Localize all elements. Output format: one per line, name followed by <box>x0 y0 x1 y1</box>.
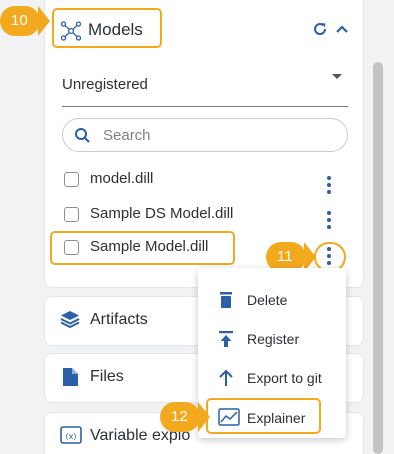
model-status-select[interactable]: Unregistered <box>62 76 148 93</box>
variable-icon: (x) <box>60 425 82 450</box>
callout-badge-10-pointer <box>38 6 50 36</box>
section-label: Artifacts <box>90 311 148 328</box>
more-options-icon[interactable] <box>327 247 331 268</box>
more-options-icon[interactable] <box>327 176 331 197</box>
select-caret-icon[interactable] <box>332 74 342 79</box>
model-name: model.dill <box>90 170 154 187</box>
callout-badge-11-label: 11 <box>277 248 293 265</box>
models-network-icon <box>60 20 82 47</box>
arrow-up-icon <box>218 369 234 392</box>
explainer-highlight <box>206 398 321 434</box>
search-icon <box>74 127 91 149</box>
menu-label: Register <box>247 331 300 347</box>
section-label: Files <box>90 368 124 385</box>
model-checkbox[interactable] <box>64 172 79 187</box>
model-checkbox[interactable] <box>64 207 79 222</box>
trash-icon <box>218 291 234 314</box>
svg-text:(x): (x) <box>66 432 77 441</box>
upload-icon <box>218 330 234 353</box>
callout-badge-12-pointer <box>198 402 210 432</box>
menu-item-register[interactable]: Register <box>198 320 346 356</box>
search-input[interactable]: Search <box>62 118 348 152</box>
scrollbar-thumb[interactable] <box>373 62 383 454</box>
models-title[interactable]: Models <box>88 20 143 40</box>
more-options-icon[interactable] <box>327 211 331 232</box>
menu-item-delete[interactable]: Delete <box>198 281 346 317</box>
search-placeholder: Search <box>103 127 151 144</box>
select-underline <box>62 106 348 107</box>
callout-badge-10: 10 <box>0 6 40 36</box>
model-name: Sample Model.dill <box>90 238 209 255</box>
layers-icon <box>60 309 80 334</box>
collapse-chevron-up-icon[interactable] <box>335 22 349 40</box>
callout-badge-12: 12 <box>160 402 200 432</box>
file-icon <box>60 366 80 393</box>
refresh-icon[interactable] <box>312 21 328 42</box>
menu-item-export-to-git[interactable]: Export to git <box>198 359 346 395</box>
menu-label: Export to git <box>247 370 322 386</box>
callout-badge-12-label: 12 <box>171 408 188 425</box>
model-checkbox[interactable] <box>64 240 79 255</box>
callout-badge-10-label: 10 <box>11 12 28 29</box>
menu-label: Delete <box>247 292 288 308</box>
model-name: Sample DS Model.dill <box>90 205 234 222</box>
